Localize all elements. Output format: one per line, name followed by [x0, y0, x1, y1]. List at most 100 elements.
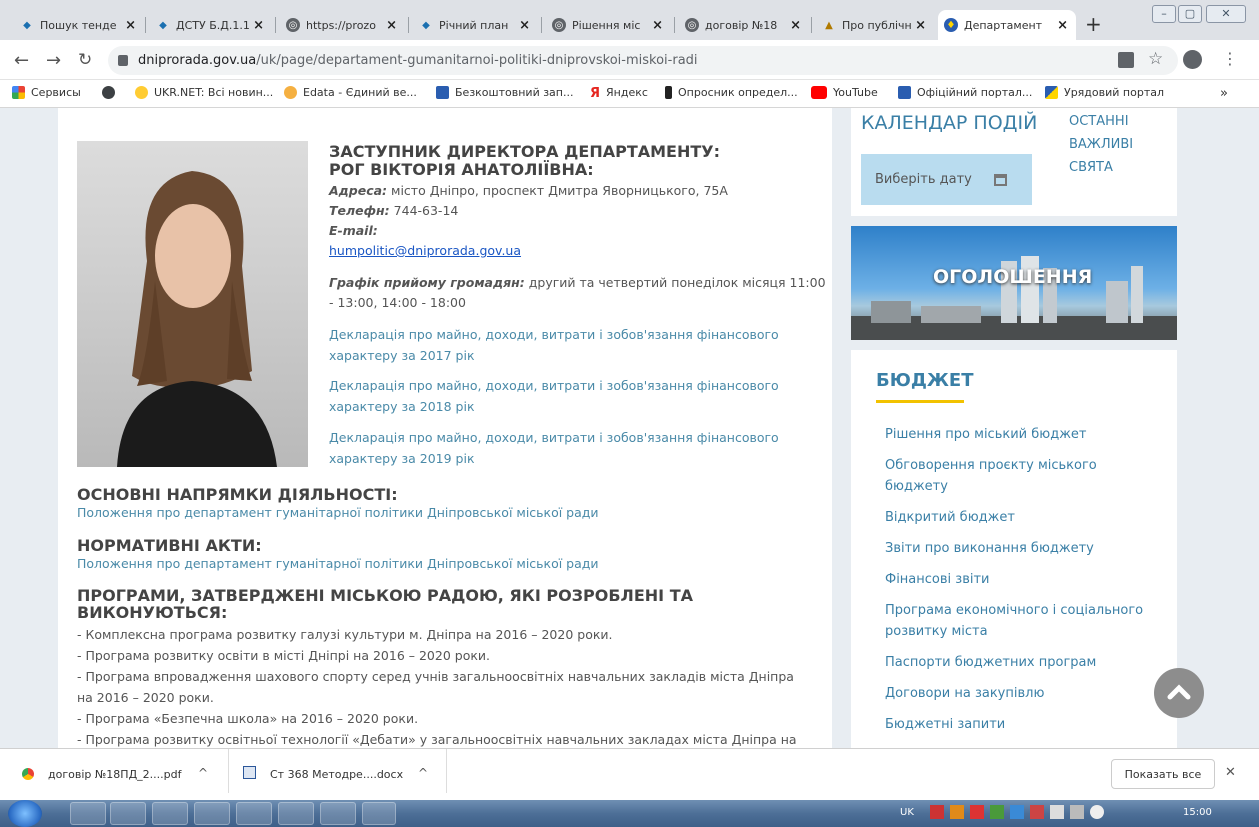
budget-link-program[interactable]: Програма економічного і соціального розви… — [885, 600, 1155, 642]
taskbar-media-icon[interactable] — [194, 802, 230, 825]
declaration-2017-link[interactable]: Декларація про майно, доходи, витрати і … — [329, 324, 779, 366]
tab-close-icon[interactable]: × — [790, 18, 801, 33]
reload-icon[interactable]: ↻ — [78, 50, 92, 70]
tab-close-icon[interactable]: × — [125, 18, 136, 33]
address-bar[interactable]: dniprorada.gov.ua/uk/page/departament-gu… — [108, 46, 1178, 75]
announcements-banner[interactable]: ОГОЛОШЕННЯ — [851, 226, 1177, 340]
budget-link-reports[interactable]: Звіти про виконання бюджету — [885, 538, 1155, 559]
budget-link-contracts[interactable]: Договори на закупівлю — [885, 683, 1155, 704]
forward-icon[interactable]: → — [46, 50, 61, 71]
download-item-1[interactable]: договір №18ПД_2....pdf — [48, 768, 182, 781]
taskbar-other-icon[interactable] — [362, 802, 396, 825]
budget-link-requests[interactable]: Бюджетні запити — [885, 714, 1155, 735]
translate-icon[interactable] — [1118, 52, 1134, 68]
tab-5[interactable]: ◎ Рішення міс × — [546, 10, 671, 40]
prozorro-icon: ◆ — [159, 19, 167, 31]
tab-close-icon[interactable]: × — [386, 18, 397, 33]
download-2-chevron-icon[interactable]: ^ — [418, 766, 428, 780]
email-link[interactable]: humpolitic@dniprorada.gov.ua — [329, 242, 521, 260]
start-button[interactable] — [8, 800, 42, 827]
language-indicator[interactable]: UK — [900, 807, 914, 818]
download-1-chevron-icon[interactable]: ^ — [198, 766, 208, 780]
tab-close-icon[interactable]: × — [253, 18, 264, 33]
budget-link-decision[interactable]: Рішення про міський бюджет — [885, 424, 1155, 445]
tab-close-icon[interactable]: × — [519, 18, 530, 33]
tray-network-icon[interactable] — [1070, 805, 1084, 819]
apps-icon — [12, 86, 25, 99]
taskbar-ie-icon[interactable] — [236, 802, 272, 825]
new-tab-button[interactable]: + — [1085, 12, 1102, 36]
email-label: E-mail: — [329, 223, 378, 238]
declaration-2018-link[interactable]: Декларація про майно, доходи, витрати і … — [329, 375, 779, 417]
budget-link-financial[interactable]: Фінансові звіти — [885, 569, 1155, 590]
directions-link[interactable]: Положення про департамент гуманітарної п… — [77, 504, 599, 522]
tray-icon[interactable] — [970, 805, 984, 819]
shield-icon: ♦ — [944, 18, 958, 32]
volume-icon[interactable] — [1090, 805, 1104, 819]
tab-7[interactable]: ▲ Про публічні × — [816, 10, 934, 40]
bookmark-survey[interactable]: Опросник определ... — [665, 86, 798, 99]
minimize-button[interactable]: – — [1152, 5, 1176, 23]
tab-6[interactable]: ◎ договір №18 × — [679, 10, 809, 40]
tab-1[interactable]: ◆ Пошук тенде × — [14, 10, 144, 40]
bookmark-youtube[interactable]: YouTube — [811, 86, 878, 99]
bookmark-ukrnet[interactable]: UKR.NET: Всі новин... — [135, 86, 273, 99]
deputy-name: РОГ ВІКТОРІЯ АНАТОЛІЇВНА: — [329, 160, 594, 179]
tab-close-icon[interactable]: × — [1057, 18, 1068, 33]
tray-icon[interactable] — [1030, 805, 1044, 819]
bookmark-yandex[interactable]: Я Яндекс — [590, 86, 648, 101]
calendar-tabs: ОСТАННІ ВАЖЛИВІ СВЯТА — [1069, 110, 1133, 179]
tab-close-icon[interactable]: × — [915, 18, 926, 33]
portrait-image — [117, 171, 277, 467]
close-window-button[interactable]: ✕ — [1206, 5, 1246, 23]
phone-line: Телефн: 744-63-14 — [329, 203, 459, 218]
bookmark-edata[interactable]: Edata - Єдиний ве... — [284, 86, 417, 99]
budget-link-open[interactable]: Відкритий бюджет — [885, 507, 1155, 528]
scroll-to-top-button[interactable] — [1154, 668, 1204, 718]
show-all-downloads-button[interactable]: Показать все — [1111, 759, 1215, 789]
calendar-title: КАЛЕНДАР ПОДІЙ — [861, 112, 1038, 134]
list-item: - Програма впровадження шахового спорту … — [77, 669, 794, 684]
menu-icon[interactable]: ⋮ — [1222, 49, 1238, 68]
acts-link[interactable]: Положення про департамент гуманітарної п… — [77, 555, 599, 573]
tab-4[interactable]: ◆ Річний план × — [413, 10, 538, 40]
budget-link-passports[interactable]: Паспорти бюджетних програм — [885, 652, 1155, 673]
tab-holidays[interactable]: СВЯТА — [1069, 156, 1133, 179]
list-item: на 2016 – 2020 роки. — [77, 690, 214, 705]
tab-3[interactable]: ◎ https://prozo × — [280, 10, 405, 40]
budget-underline — [876, 400, 964, 403]
bookmark-government-portal[interactable]: Урядовий портал — [1045, 86, 1164, 99]
bookmark-globe[interactable] — [102, 86, 121, 99]
download-item-2[interactable]: Ст 368 Методре....docx — [270, 768, 403, 781]
taskbar-explorer-icon[interactable] — [70, 802, 106, 825]
tab-latest[interactable]: ОСТАННІ — [1069, 110, 1133, 133]
download-bar: договір №18ПД_2....pdf ^ Ст 368 Методре.… — [0, 748, 1259, 800]
star-icon[interactable]: ☆ — [1148, 49, 1163, 69]
building-icon: ▲ — [825, 19, 833, 31]
tab-close-icon[interactable]: × — [652, 18, 663, 33]
maximize-button[interactable]: ▢ — [1178, 5, 1202, 23]
tab-important[interactable]: ВАЖЛИВІ — [1069, 133, 1133, 156]
taskbar-app-icon[interactable] — [110, 802, 146, 825]
tab-8-active[interactable]: ♦ Департамент × — [938, 10, 1076, 40]
bookmark-official-portal[interactable]: Офіційний портал... — [898, 86, 1032, 99]
tray-icon[interactable] — [990, 805, 1004, 819]
clock[interactable]: 15:00 — [1183, 807, 1212, 818]
budget-link-discussion[interactable]: Обговорення проєкту міського бюджету — [885, 455, 1155, 497]
tray-icon[interactable] — [930, 805, 944, 819]
close-download-bar-icon[interactable]: ✕ — [1225, 765, 1236, 780]
back-icon[interactable]: ← — [14, 50, 29, 71]
bookmark-free[interactable]: Безкоштовний зап... — [436, 86, 573, 99]
tray-icon[interactable] — [1050, 805, 1064, 819]
bookmark-services[interactable]: Сервисы — [12, 86, 81, 99]
account-icon[interactable] — [1183, 50, 1202, 69]
bookmarks-more-icon[interactable]: » — [1220, 86, 1228, 101]
taskbar-skype-icon[interactable] — [278, 802, 314, 825]
tab-2[interactable]: ◆ ДСТУ Б.Д.1.1- × — [150, 10, 272, 40]
taskbar-chrome-icon[interactable] — [152, 802, 188, 825]
declaration-2019-link[interactable]: Декларація про майно, доходи, витрати і … — [329, 427, 779, 469]
tray-icon[interactable] — [950, 805, 964, 819]
taskbar-word-icon[interactable] — [320, 802, 356, 825]
tray-icon[interactable] — [1010, 805, 1024, 819]
choose-date-button[interactable]: Виберіть дату — [861, 154, 1032, 205]
